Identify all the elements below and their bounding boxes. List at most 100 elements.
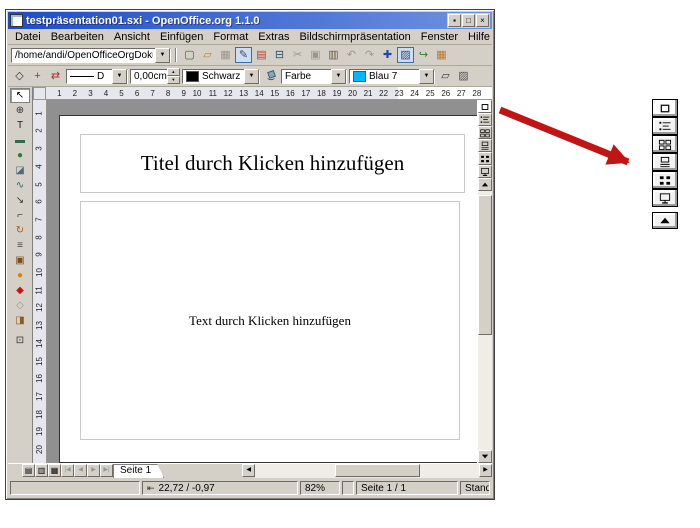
threed-objects-icon[interactable]: ◪ — [10, 163, 30, 178]
menu-item[interactable]: Hilfe — [463, 31, 495, 43]
vertical-scroll-track[interactable] — [478, 191, 492, 450]
open-icon[interactable]: ▱ — [199, 47, 216, 63]
close-button[interactable]: × — [476, 14, 489, 27]
ruler-number: 28 — [466, 89, 482, 98]
document-view: 1234567891011121314151617181920212223242… — [32, 87, 492, 463]
menu-item[interactable]: Fenster — [416, 31, 463, 43]
line-style-preview — [70, 76, 94, 77]
url-combobox[interactable]: /home/andi/OpenOfficeOrgDokumente/Op ▼ — [11, 48, 171, 63]
effects-icon[interactable]: ● — [10, 268, 30, 283]
drawing-view-button[interactable] — [478, 100, 492, 113]
titlebar[interactable]: testpräsentation01.sxi - OpenOffice.org … — [8, 12, 492, 29]
menu-item[interactable]: Format — [208, 31, 253, 43]
rectangle-icon[interactable]: ▬ — [10, 133, 30, 148]
page-tab[interactable]: Seite 1 — [113, 464, 164, 478]
dropdown-arrow-icon[interactable]: ▼ — [244, 69, 259, 84]
scroll-left-button[interactable]: ◀ — [242, 464, 255, 477]
forms-icon[interactable]: ◨ — [10, 313, 30, 328]
select-icon[interactable]: ↖ — [10, 88, 30, 103]
handout-view-button[interactable] — [478, 152, 492, 165]
paint-can-icon[interactable] — [262, 68, 279, 84]
status-page-field: Seite 1 / 1 — [356, 481, 458, 495]
arrange-icon[interactable]: ▣ — [10, 253, 30, 268]
stylist-icon[interactable]: ▨ — [397, 47, 414, 63]
undo-icon[interactable]: ↶ — [343, 47, 360, 63]
menu-item[interactable]: Extras — [253, 31, 294, 43]
dropdown-arrow-icon[interactable]: ▼ — [331, 69, 346, 84]
shadow-icon[interactable]: ▱ — [437, 68, 454, 84]
horizontal-scroll-track[interactable] — [255, 464, 479, 478]
gallery-icon[interactable]: ▦ — [433, 47, 450, 63]
vertical-scroll-thumb[interactable] — [478, 195, 492, 335]
maximize-button[interactable]: □ — [462, 14, 475, 27]
menu-item[interactable]: Einfügen — [155, 31, 208, 43]
menu-item[interactable]: Bildschirmpräsentation — [294, 31, 415, 43]
layer-mode-icon[interactable]: ▦ — [48, 464, 61, 477]
menu-item[interactable]: Bearbeiten — [46, 31, 109, 43]
paste-icon[interactable]: ▥ — [325, 47, 342, 63]
hyperlink-icon[interactable]: ↪ — [415, 47, 432, 63]
spinner-buttons[interactable]: ▲▼ — [167, 68, 180, 84]
window-title: testpräsentation01.sxi - OpenOffice.org … — [26, 15, 444, 27]
title-placeholder[interactable]: Titel durch Klicken hinzufügen — [80, 134, 465, 193]
scroll-down-button[interactable] — [478, 450, 492, 463]
menu-item[interactable]: Ansicht — [109, 31, 155, 43]
presentation-box-icon[interactable]: ⊡ — [10, 333, 30, 348]
minimize-button[interactable]: ▪ — [448, 14, 461, 27]
next-page-button[interactable]: ▶ — [87, 464, 100, 477]
dropdown-arrow-icon[interactable]: ▼ — [419, 69, 434, 84]
fill-color-value: Blau 7 — [369, 71, 417, 82]
scroll-right-button[interactable]: ▶ — [479, 464, 492, 477]
glue-points-icon[interactable]: + — [29, 68, 46, 84]
new-document-icon[interactable]: ▢ — [181, 47, 198, 63]
text-icon[interactable]: T — [10, 118, 30, 133]
connector-icon[interactable]: ⌐ — [10, 208, 30, 223]
export-pdf-icon[interactable]: ▤ — [253, 47, 270, 63]
line-color-combobox[interactable]: Schwarz ▼ — [182, 69, 260, 84]
curve-icon[interactable]: ∿ — [10, 178, 30, 193]
ruler-number: 21 — [357, 89, 373, 98]
text-placeholder[interactable]: Text durch Klicken hinzufügen — [80, 201, 460, 440]
horizontal-scroll-thumb[interactable] — [335, 464, 420, 477]
redo-icon[interactable]: ↷ — [361, 47, 378, 63]
line-width-value: 0,00cm — [134, 71, 167, 82]
edit-file-icon[interactable]: ✎ — [235, 47, 252, 63]
scroll-up-button[interactable] — [478, 178, 492, 191]
animation-icon[interactable]: ◇ — [10, 298, 30, 313]
ruler-number: 26 — [435, 89, 451, 98]
ruler-row: 1234567891011121314151617181920212223242… — [33, 87, 492, 100]
dropdown-arrow-icon[interactable]: ▼ — [112, 69, 127, 84]
page-mode-icon[interactable]: ▤ — [22, 464, 35, 477]
copy-icon[interactable]: ▣ — [307, 47, 324, 63]
cut-icon[interactable]: ✂ — [289, 47, 306, 63]
print-icon[interactable]: ⊟ — [271, 47, 288, 63]
edit-points-icon[interactable]: ◇ — [11, 68, 28, 84]
alignment-icon[interactable]: ≡ — [10, 238, 30, 253]
navigator-icon[interactable]: ✚ — [379, 47, 396, 63]
notes-view-button[interactable] — [478, 139, 492, 152]
fill-type-combobox[interactable]: Farbe ▼ — [281, 69, 347, 84]
line-width-spinner[interactable]: 0,00cm ▲▼ — [130, 69, 180, 84]
interaction-icon[interactable]: ◆ — [10, 283, 30, 298]
outline-view-button[interactable] — [478, 113, 492, 126]
dropdown-arrow-icon[interactable]: ▼ — [155, 48, 170, 63]
status-zoom-field: 82% — [300, 481, 340, 495]
rotate-icon[interactable]: ↻ — [10, 223, 30, 238]
save-icon[interactable]: ▦ — [217, 47, 234, 63]
prev-page-button[interactable]: ◀ — [74, 464, 87, 477]
last-page-button[interactable]: ▶| — [100, 464, 113, 477]
first-page-button[interactable]: |◀ — [61, 464, 74, 477]
line-style-combobox[interactable]: D ▼ — [66, 69, 128, 84]
area-style-icon[interactable]: ▨ — [455, 68, 472, 84]
screenshot: testpräsentation01.sxi - OpenOffice.org … — [0, 0, 700, 528]
lines-arrows-icon[interactable]: ↘ — [10, 193, 30, 208]
fill-color-combobox[interactable]: Blau 7 ▼ — [349, 69, 435, 84]
menu-item[interactable]: Datei — [10, 31, 46, 43]
start-presentation-button[interactable] — [478, 165, 492, 178]
master-mode-icon[interactable]: ▥ — [35, 464, 48, 477]
connector-lines-icon[interactable]: ⇄ — [47, 68, 64, 84]
ellipse-icon[interactable]: ● — [10, 148, 30, 163]
slides-view-button[interactable] — [478, 126, 492, 139]
slide-page[interactable]: Titel durch Klicken hinzufügen Text durc… — [59, 115, 477, 463]
zoom-icon[interactable]: ⊕ — [10, 103, 30, 118]
